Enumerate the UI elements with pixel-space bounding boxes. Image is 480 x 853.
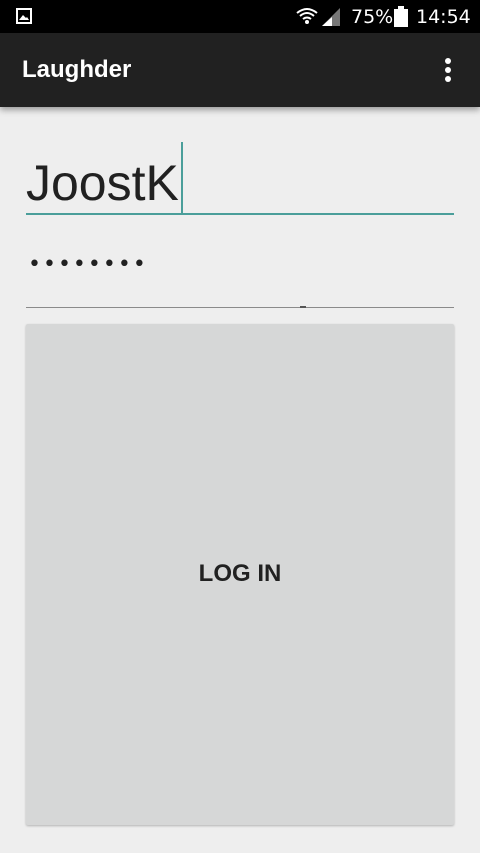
gallery-icon: [16, 8, 32, 24]
username-underline: [26, 213, 454, 215]
password-underline-mark: [300, 306, 306, 308]
password-value: ••••••••: [28, 252, 148, 277]
battery-percent: 75%: [351, 6, 394, 28]
signal-icon: [322, 8, 340, 26]
battery-icon: [394, 6, 408, 27]
text-caret: [180, 142, 183, 214]
status-bar: 75% 14:54: [0, 0, 480, 33]
password-field[interactable]: ••••••••: [26, 240, 454, 312]
clock: 14:54: [416, 6, 471, 28]
app-title: Laughder: [22, 56, 132, 83]
password-underline: [26, 307, 454, 308]
login-button-label: LOG IN: [198, 560, 282, 587]
username-value: JoostK: [26, 155, 179, 211]
more-vert-icon[interactable]: [432, 50, 464, 90]
wifi-icon: [296, 8, 318, 24]
login-button[interactable]: LOG IN: [26, 324, 454, 825]
username-field[interactable]: JoostK: [26, 134, 454, 218]
app-bar: Laughder: [0, 33, 480, 107]
